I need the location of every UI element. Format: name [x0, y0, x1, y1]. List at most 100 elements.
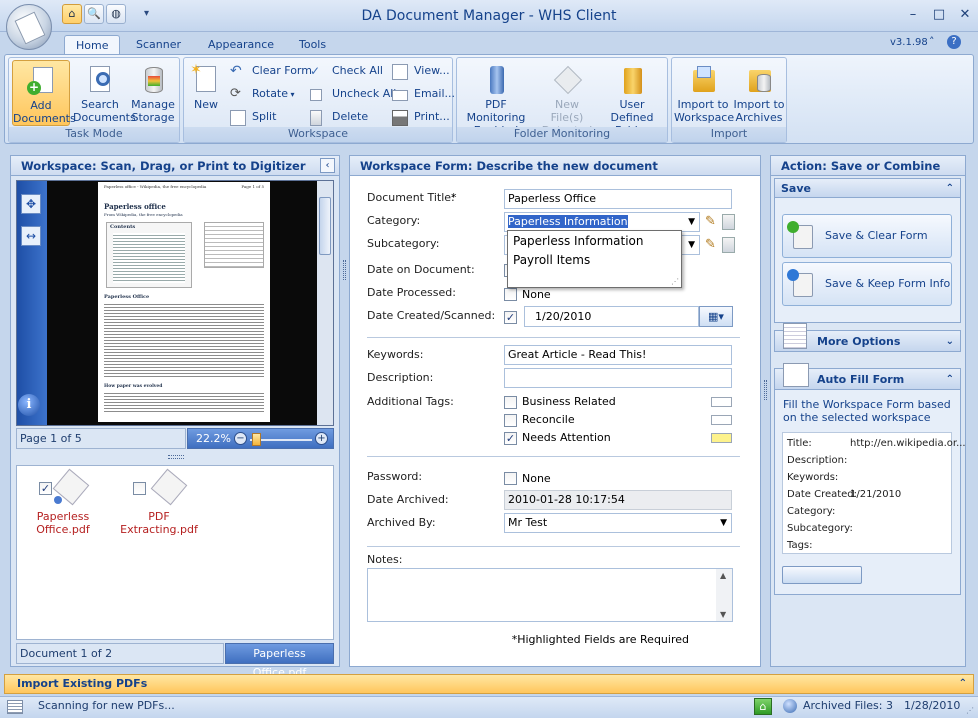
toc-box: Contents [106, 222, 192, 288]
collapse-panel-button[interactable]: ‹ [320, 158, 335, 173]
tab-home[interactable]: Home [64, 35, 121, 55]
clear-form-button[interactable]: ↶ Clear Form [230, 62, 312, 82]
import-to-workspace-button[interactable]: Import to Workspace [674, 64, 734, 124]
divider [367, 456, 740, 457]
scroll-thumb[interactable] [319, 197, 331, 255]
rotate-button[interactable]: ⟳ Rotate ▾ [230, 85, 295, 105]
check-all-button[interactable]: ✓ Check All [310, 62, 383, 82]
zoom-bar: 22.2% − + [187, 428, 334, 449]
log-icon[interactable] [7, 700, 23, 714]
notes-scrollbar[interactable]: ▲ ▼ [716, 569, 732, 621]
category-dropdown-list: Paperless Information Payroll Items ⋰ [507, 230, 682, 288]
save-clear-button[interactable]: Save & Clear Form Info [782, 214, 952, 284]
auto-fill-button[interactable] [782, 566, 862, 584]
file-checkbox[interactable] [133, 482, 146, 495]
email-button[interactable]: Email... [392, 85, 455, 105]
splitter-grip[interactable] [343, 260, 346, 280]
minimize-button[interactable]: – [904, 7, 922, 22]
tab-appearance[interactable]: Appearance [197, 35, 285, 55]
preview-scrollbar[interactable] [317, 181, 333, 425]
password-checkbox[interactable] [504, 472, 517, 485]
manage-storage-button[interactable]: Manage Storage [127, 64, 179, 124]
tag-color-swatch[interactable] [711, 397, 732, 407]
zoom-in-icon[interactable]: + [315, 432, 328, 445]
edit-subcategory-icon[interactable]: ✎ [705, 237, 716, 252]
zoom-slider-thumb[interactable] [252, 433, 261, 446]
collapse-icon[interactable]: ⌃ [946, 179, 954, 198]
add-documents-button[interactable]: + Add Documents [12, 60, 76, 126]
more-options-header[interactable]: More Options ⌄ [774, 323, 961, 352]
field-key: Description: [787, 455, 848, 466]
tag-color-swatch[interactable] [711, 415, 732, 425]
quick-access-menu-icon[interactable]: ▾ [144, 8, 149, 19]
field-key: Subcategory: [787, 523, 853, 534]
resize-grip-icon[interactable]: ⋰ [671, 277, 679, 286]
category-select[interactable]: Paperless Information ▼ [504, 212, 700, 232]
date-created-checkbox[interactable]: ✓ [504, 311, 517, 324]
splitter-grip[interactable] [168, 455, 184, 459]
archived-by-select[interactable]: Mr Test ▼ [504, 513, 732, 533]
info-icon[interactable]: i [18, 394, 40, 416]
tag-color-swatch[interactable] [711, 433, 732, 443]
save-keep-button[interactable]: Save & Keep Form Info [782, 262, 952, 306]
delete-subcategory-icon[interactable] [722, 237, 735, 253]
uncheck-all-button[interactable]: Uncheck All [310, 85, 396, 105]
splitter-grip[interactable] [764, 380, 767, 400]
import-existing-bar[interactable]: Import Existing PDFs ⌃ [4, 674, 974, 694]
tag-checkbox[interactable] [504, 396, 517, 409]
print-button[interactable]: Print... [392, 108, 450, 128]
selected-dot-icon [54, 496, 62, 504]
zoom-out-icon[interactable]: − [234, 432, 247, 445]
collapse-ribbon-icon[interactable]: ˄ [929, 35, 935, 48]
delete-button[interactable]: Delete [310, 108, 368, 128]
fit-page-icon[interactable]: ✥ [21, 194, 41, 214]
keywords-input[interactable]: Great Article - Read This! [504, 345, 732, 365]
collapse-icon[interactable]: ⌃ [946, 369, 954, 390]
title-label: Document Title: [367, 191, 455, 204]
close-button[interactable]: ✕ [956, 7, 974, 22]
quick-add-button[interactable]: ⌂ [62, 4, 82, 24]
delete-category-icon[interactable] [722, 214, 735, 230]
printer-icon [392, 110, 408, 126]
category-option[interactable]: Payroll Items [513, 253, 590, 267]
date-processed-checkbox[interactable] [504, 288, 517, 301]
auto-fill-description: Fill the Workspace Form based on the sel… [783, 398, 951, 424]
sidebar-box [204, 222, 264, 268]
tab-tools[interactable]: Tools [288, 35, 337, 55]
quick-search-button[interactable]: 🔍 [84, 4, 104, 24]
help-icon[interactable]: ? [947, 35, 961, 49]
keywords-label: Keywords: [367, 348, 424, 361]
expand-icon[interactable]: ⌄ [946, 331, 954, 352]
split-button[interactable]: Split [230, 108, 276, 128]
maximize-button[interactable]: □ [930, 7, 948, 22]
calendar-icon[interactable]: ▦▾ [699, 306, 733, 327]
home-icon[interactable]: ⌂ [754, 698, 772, 715]
import-to-archives-button[interactable]: Import to Archives [732, 64, 786, 124]
tag-checkbox[interactable]: ✓ [504, 432, 517, 445]
search-documents-button[interactable]: Search Documents [73, 64, 136, 124]
date-created-input[interactable]: 1/20/2010 [524, 306, 699, 327]
view-icon [392, 64, 408, 80]
auto-fill-header[interactable]: Auto Fill Form ⌃ [774, 363, 961, 390]
save-section-header[interactable]: Save ⌃ [774, 178, 961, 198]
description-input[interactable] [504, 368, 732, 388]
resize-grip-icon[interactable]: ⋰ [966, 706, 974, 715]
rotate-icon: ⟳ [230, 86, 241, 101]
notes-textarea[interactable]: ▲ ▼ [367, 568, 733, 622]
auto-fill-fields: Title: http://en.wikipedia.or... Descript… [782, 432, 966, 554]
title-input[interactable]: Paperless Office [504, 189, 732, 209]
tag-checkbox[interactable] [504, 414, 517, 427]
quick-storage-button[interactable]: ◍ [106, 4, 126, 24]
page-title: Paperless office [104, 202, 166, 211]
tab-scanner[interactable]: Scanner [125, 35, 192, 55]
view-button[interactable]: View... [392, 62, 450, 82]
new-button[interactable]: ✶ New [188, 63, 224, 111]
category-option[interactable]: Paperless Information [513, 234, 643, 248]
expand-icon[interactable]: ⌃ [959, 675, 967, 693]
edit-category-icon[interactable]: ✎ [705, 214, 716, 229]
file-checkbox[interactable]: ✓ [39, 482, 52, 495]
fit-width-icon[interactable]: ↔ [21, 226, 41, 246]
application-menu-button[interactable] [6, 4, 52, 50]
tag-name: Reconcile [522, 413, 575, 426]
password-none-label: None [522, 472, 551, 485]
